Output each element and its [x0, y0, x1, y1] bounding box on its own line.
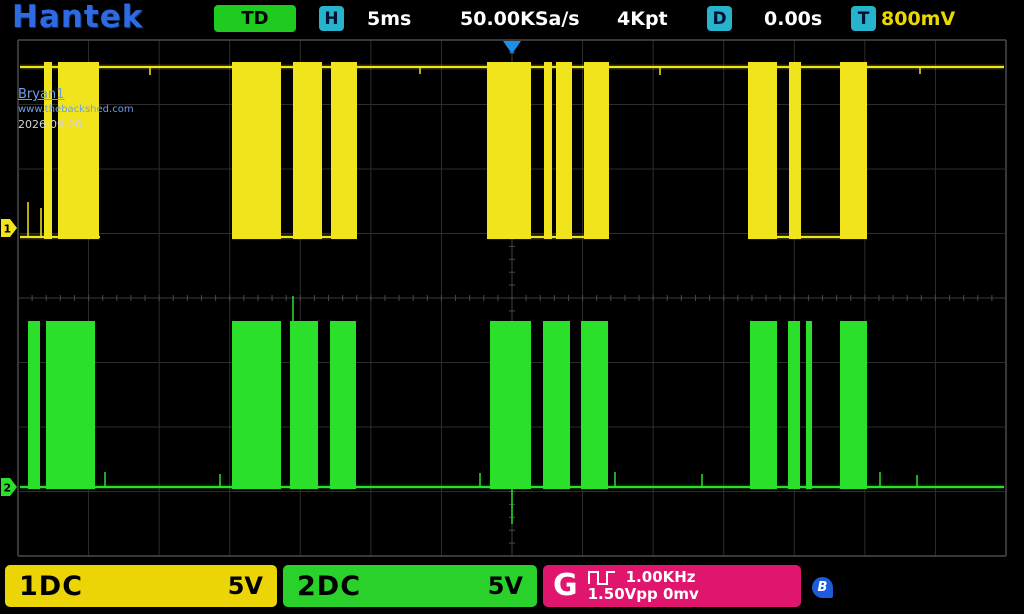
trigger-level-value[interactable]: 800mV	[881, 8, 955, 30]
ch2-trace	[20, 296, 1004, 524]
watermark-site: www.thebackshed.com	[18, 105, 134, 115]
watermark-date: 2026-09-20	[18, 119, 134, 130]
svg-text:1: 1	[4, 223, 12, 236]
generator-frequency: 1.00KHz	[626, 569, 696, 586]
trigger-position-marker[interactable]	[503, 41, 521, 54]
trigger-icon: T	[851, 6, 876, 31]
channel-marker-1[interactable]: 1	[1, 219, 17, 237]
channel2-settings-box[interactable]: 2DC 5V	[283, 565, 537, 607]
horizontal-delay-value[interactable]: 0.00s	[764, 8, 822, 30]
horizontal-icon: H	[319, 6, 344, 31]
channel-marker-2[interactable]: 2	[1, 478, 17, 496]
generator-settings-box[interactable]: G 1.00KHz 1.50Vpp 0mv	[543, 565, 801, 607]
top-status-bar: Hantek TD H 5ms 50.00KSa/s 4Kpt D 0.00s …	[0, 0, 1024, 38]
memory-depth-value: 4Kpt	[617, 8, 668, 30]
sample-rate-value: 50.00KSa/s	[460, 8, 580, 30]
watermark: Bryan1 www.thebackshed.com 2026-09-20	[18, 88, 134, 130]
trigger-status-badge: TD	[214, 5, 296, 32]
channel2-label: 2DC	[297, 571, 361, 602]
svg-text:2: 2	[4, 482, 12, 495]
watermark-username: Bryan1	[18, 88, 134, 101]
channel2-scale: 5V	[488, 572, 523, 600]
channel1-scale: 5V	[228, 572, 263, 600]
bluetooth-indicator-icon: B	[812, 577, 833, 598]
channel1-settings-box[interactable]: 1DC 5V	[5, 565, 277, 607]
delay-icon: D	[707, 6, 732, 31]
scope-display: 12	[0, 0, 1024, 614]
ch1-trace	[20, 62, 1004, 239]
channel1-label: 1DC	[19, 571, 83, 602]
generator-amplitude: 1.50Vpp 0mv	[588, 586, 699, 603]
timebase-value[interactable]: 5ms	[367, 8, 411, 30]
generator-readout: 1.00KHz 1.50Vpp 0mv	[588, 569, 699, 604]
brand-logo: Hantek	[12, 0, 143, 35]
generator-label: G	[553, 571, 578, 601]
square-wave-icon	[588, 570, 616, 585]
